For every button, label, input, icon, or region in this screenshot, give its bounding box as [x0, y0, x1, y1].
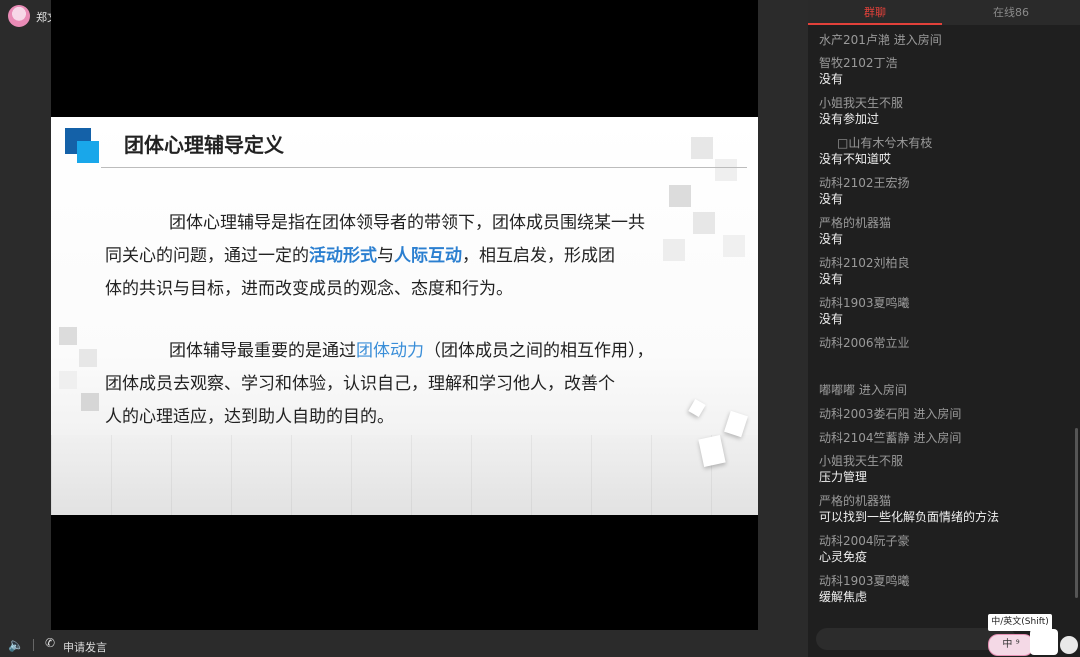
chat-message: 严格的机器猫 没有	[819, 215, 1069, 248]
message-text: 没有	[819, 192, 844, 206]
divider	[33, 639, 34, 651]
chat-message: 智牧2102丁浩 没有	[819, 55, 1069, 88]
slide: 团体心理辅导定义 团体心理辅导是指在团体领导者的带领下，团体成员围绕某一共 同关…	[51, 117, 758, 515]
decor-square	[723, 235, 745, 257]
decor-square	[669, 185, 691, 207]
message-username: 动科1903夏鸣曦	[819, 574, 910, 588]
chat-message: 动科2102刘柏良 没有	[819, 255, 1069, 288]
chat-tabs: 群聊 在线86	[808, 0, 1080, 25]
presentation-stage: 团体心理辅导定义 团体心理辅导是指在团体领导者的带领下，团体成员围绕某一共 同关…	[51, 0, 758, 630]
message-text: 没有	[819, 232, 844, 246]
ime-mascot-icon	[1060, 636, 1078, 654]
tab-group-chat[interactable]: 群聊	[808, 0, 942, 25]
message-username: 小姐我天生不服	[819, 96, 904, 110]
chat-scrollbar[interactable]	[1075, 428, 1078, 598]
message-list: 水产201卢滟 进入房间 智牧2102丁浩 没有 小姐我天生不服 没有参加过 □…	[819, 31, 1069, 613]
system-message: 动科2104竺蓄静 进入房间	[819, 431, 962, 445]
decor-square	[59, 327, 77, 345]
slide-paragraph-2: 团体辅导最重要的是通过团体动力（团体成员之间的相互作用）， 团体成员去观察、学习…	[105, 335, 697, 434]
message-text: 缓解焦虑	[819, 590, 868, 604]
highlight-interpersonal: 人际互动	[394, 246, 462, 266]
message-username: 智牧2102丁浩	[819, 56, 898, 70]
message-text: 没有	[819, 312, 844, 326]
decor-square	[715, 159, 737, 181]
title-divider	[101, 167, 747, 168]
para1-line2-mid: 与	[377, 246, 394, 266]
chat-panel: 群聊 在线86 水产201卢滟 进入房间 智牧2102丁浩 没有 小姐我天生不服…	[808, 0, 1080, 657]
decor-cube	[724, 410, 748, 438]
ime-mascot-icon	[1030, 629, 1058, 655]
decor-square	[693, 212, 715, 234]
message-text: 心灵免疫	[819, 550, 868, 564]
message-username: 动科2004阮子豪	[819, 534, 910, 548]
teacher-avatar[interactable]	[8, 5, 30, 27]
chat-message: 小姐我天生不服 没有参加过	[819, 95, 1069, 128]
ime-toggle[interactable]: 中 ⁹	[988, 634, 1034, 656]
para2-line1-end: （团体成员之间的相互作用），	[424, 341, 654, 361]
speaker-icon[interactable]: 🔈	[8, 638, 24, 653]
decor-square	[691, 137, 713, 159]
chat-message: 动科2006常立业	[819, 335, 1069, 381]
bottom-bar: 🔈 ✆ 申请发言	[0, 632, 808, 657]
para1-line2-start: 同关心的问题，通过一定的	[105, 246, 309, 266]
slide-paragraph-1: 团体心理辅导是指在团体领导者的带领下，团体成员围绕某一共 同关心的问题，通过一定…	[105, 207, 677, 306]
system-message: 水产201卢滟 进入房间	[819, 33, 942, 47]
phone-icon: ✆	[45, 636, 56, 650]
message-username: 小姐我天生不服	[819, 454, 904, 468]
slide-logo-square-accent	[77, 141, 99, 163]
system-message: 动科2003娄石阳 进入房间	[819, 407, 962, 421]
message-text: 没有参加过	[819, 112, 880, 126]
para2-line1-start: 团体辅导最重要的是通过	[169, 341, 356, 361]
message-username: 严格的机器猫	[819, 216, 892, 230]
tab-online[interactable]: 在线86	[942, 0, 1080, 25]
chat-input[interactable]	[816, 628, 1016, 650]
para2-line3: 人的心理适应，达到助人自助的目的。	[105, 407, 394, 427]
decor-square	[79, 349, 97, 367]
chat-message: 小姐我天生不服 压力管理	[819, 453, 1069, 486]
para1-line3: 体的共识与目标，进而改变成员的观念、态度和行为。	[105, 279, 513, 299]
decor-square	[81, 393, 99, 411]
message-text: 没有不知道哎	[819, 152, 892, 166]
para2-line2: 团体成员去观察、学习和体验，认识自己，理解和学习他人，改善个	[105, 374, 615, 394]
chat-message: 动科2102王宏扬 没有	[819, 175, 1069, 208]
message-text: 没有	[819, 72, 844, 86]
message-username: 动科2102刘柏良	[819, 256, 910, 270]
para1-line1: 团体心理辅导是指在团体领导者的带领下，团体成员围绕某一共	[169, 213, 645, 233]
message-text: 没有	[819, 272, 844, 286]
highlight-activity-form: 活动形式	[309, 246, 377, 266]
system-message: 嘟嘟嘟 进入房间	[819, 383, 907, 397]
decor-square	[59, 371, 77, 389]
message-text: 可以找到一些化解负面情绪的方法	[819, 510, 1000, 524]
chat-message: 动科1903夏鸣曦 没有	[819, 295, 1069, 328]
message-text: 压力管理	[819, 470, 868, 484]
chat-message: 动科1903夏鸣曦 缓解焦虑	[819, 573, 1069, 606]
message-username: □山有木兮木有枝	[837, 136, 933, 150]
apply-to-speak-button[interactable]: 申请发言	[63, 639, 107, 655]
message-username: 动科2006常立业	[819, 336, 910, 350]
slide-floor-decoration	[51, 435, 758, 515]
message-username: 动科2102王宏扬	[819, 176, 910, 190]
message-username: 严格的机器猫	[819, 494, 892, 508]
highlight-group-dynamics: 团体动力	[356, 341, 424, 361]
chat-message: □山有木兮木有枝 没有不知道哎	[819, 135, 1069, 168]
chat-message: 严格的机器猫 可以找到一些化解负面情绪的方法	[819, 493, 1069, 526]
para1-line2-end: ，相互启发，形成团	[462, 246, 615, 266]
message-username: 动科1903夏鸣曦	[819, 296, 910, 310]
chat-message: 动科2004阮子豪 心灵免疫	[819, 533, 1069, 566]
slide-title: 团体心理辅导定义	[124, 133, 284, 157]
